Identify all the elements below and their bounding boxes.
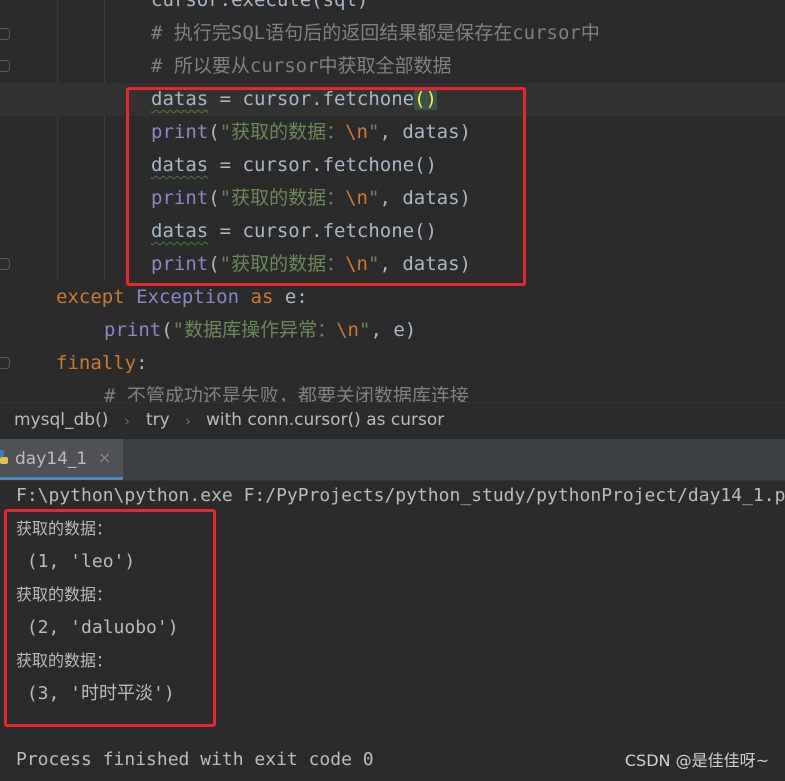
code-string: " — [359, 319, 371, 341]
code-escape: \n — [336, 319, 359, 341]
code-line[interactable]: # 所以要从cursor中获取全部数据 — [0, 50, 785, 83]
code-keyword: as — [250, 286, 274, 308]
code-line[interactable]: finally: — [0, 347, 785, 380]
highlight-box — [126, 87, 526, 286]
code-class: Exception — [136, 286, 240, 308]
console-command: F:\python\python.exe F:/PyProjects/pytho… — [16, 485, 785, 506]
code-text: : — [136, 352, 148, 374]
code-line[interactable]: # 执行完SQL语句后的返回结果都是保存在cursor中 — [0, 17, 785, 50]
highlight-box — [4, 509, 216, 727]
code-text: e: — [273, 286, 308, 308]
breadcrumb-item-try[interactable]: try — [146, 410, 170, 430]
run-tab-label: day14_1 — [15, 449, 88, 469]
code-text: cursor.execute(sql) — [151, 0, 369, 11]
chevron-right-icon: › — [124, 412, 130, 430]
chevron-right-icon: › — [185, 412, 191, 430]
code-editor[interactable]: cursor.execute(sql) # 执行完SQL语句后的返回结果都是保存… — [0, 0, 785, 402]
code-line[interactable]: # 不管成功还是失败，都要关闭数据库连接 — [0, 380, 785, 402]
tab-day14-1[interactable]: day14_1 × — [0, 439, 123, 480]
code-line[interactable]: print("数据库操作异常：\n", e) — [0, 314, 785, 347]
code-comment: # 不管成功还是失败，都要关闭数据库连接 — [104, 385, 469, 402]
code-keyword: finally — [56, 352, 137, 374]
run-console[interactable]: F:\python\python.exe F:/PyProjects/pytho… — [0, 481, 785, 781]
code-string: "数据库操作异常： — [172, 319, 337, 341]
watermark: CSDN @是佳佳呀~ — [624, 751, 769, 770]
python-file-icon — [0, 450, 8, 464]
close-icon[interactable]: × — [98, 448, 111, 467]
code-text: ( — [161, 319, 173, 341]
breadcrumb: mysql_db() › try › with conn.cursor() as… — [0, 402, 785, 440]
code-comment: # 执行完SQL语句后的返回结果都是保存在cursor中 — [151, 22, 600, 44]
run-tab-bar: day14_1 × — [0, 439, 785, 481]
code-keyword: except — [56, 286, 125, 308]
code-line[interactable]: cursor.execute(sql) — [0, 0, 785, 17]
code-text: , e) — [370, 319, 417, 341]
breadcrumb-item-mysql-db[interactable]: mysql_db() — [14, 410, 108, 430]
breadcrumb-item-with[interactable]: with conn.cursor() as cursor — [206, 410, 444, 430]
code-builtin: print — [104, 319, 162, 341]
console-exit-status: Process finished with exit code 0 — [16, 749, 374, 770]
code-comment: # 所以要从cursor中获取全部数据 — [151, 55, 452, 77]
